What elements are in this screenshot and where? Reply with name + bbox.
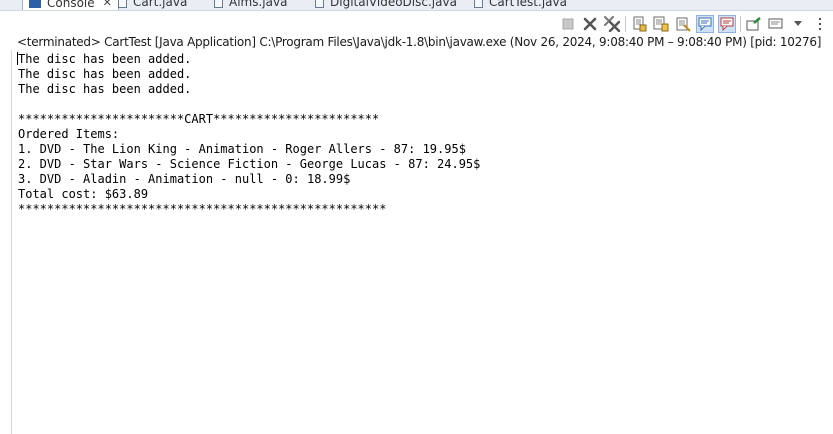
output-line: 2. DVD - Star Wars - Science Fiction - G… [18, 157, 481, 171]
tab-label: Cart.java [133, 0, 188, 9]
java-file-icon [118, 0, 127, 8]
tab-digitalvideodisc-java[interactable]: DigitalVideoDisc.java [315, 0, 457, 10]
open-console-dropdown[interactable] [789, 15, 807, 33]
pin-console-icon [746, 17, 761, 31]
output-line: The disc has been added. [18, 67, 192, 81]
toolbar-separator [625, 16, 626, 32]
terminate-button[interactable] [559, 15, 577, 33]
remove-launch-button[interactable] [581, 15, 599, 33]
display-selected-console-button[interactable] [767, 15, 785, 33]
word-wrap-button[interactable] [652, 15, 670, 33]
output-line: The disc has been added. [18, 82, 192, 96]
console-icon [29, 0, 41, 8]
console-toolbar [555, 14, 829, 34]
display-selected-console-icon [768, 18, 783, 29]
java-file-icon [214, 0, 223, 8]
view-menu-icon [819, 18, 821, 30]
console-left-border [11, 50, 12, 434]
launch-status-line: <terminated> CartTest [Java Application]… [17, 35, 822, 49]
output-line: Ordered Items: [18, 127, 120, 141]
scroll-lock-button[interactable] [630, 15, 648, 33]
java-file-icon [315, 0, 324, 8]
output-line: Total cost: $63.89 [18, 187, 149, 201]
tab-cart-java[interactable]: Cart.java [118, 0, 187, 10]
show-console-output-icon [698, 17, 711, 31]
terminate-icon [562, 18, 574, 30]
output-line: 1. DVD - The Lion King - Animation - Rog… [18, 142, 466, 156]
output-line: ****************************************… [18, 202, 387, 216]
output-line: 3. DVD - Aladin - Animation - null - 0: … [18, 172, 351, 186]
tab-aims-java[interactable]: Aims.java [214, 0, 287, 10]
clear-console-button[interactable] [674, 15, 692, 33]
remove-all-terminated-icon [604, 16, 620, 32]
tab-label: CartTest.java [489, 0, 567, 9]
remove-all-terminated-button[interactable] [603, 15, 621, 33]
pin-console-button[interactable] [745, 15, 763, 33]
remove-launch-icon [583, 17, 597, 31]
show-console-error-button[interactable] [718, 15, 736, 33]
output-line: The disc has been added. [18, 52, 192, 66]
tab-label: Aims.java [229, 0, 288, 9]
tab-label: DigitalVideoDisc.java [330, 0, 457, 9]
word-wrap-icon [653, 16, 669, 32]
close-icon[interactable]: ✕ [103, 0, 112, 9]
chevron-down-icon [794, 21, 802, 26]
show-console-output-button[interactable] [696, 15, 714, 33]
tab-console-label: Console [47, 0, 95, 10]
java-file-icon [474, 0, 483, 8]
output-line: ***********************CART*************… [18, 112, 380, 126]
console-output[interactable]: The disc has been added. The disc has be… [17, 52, 481, 217]
tab-console[interactable]: Console ✕ [22, 0, 119, 10]
clear-console-icon [676, 17, 691, 32]
view-menu-button[interactable] [811, 15, 829, 33]
editor-tab-bar: Console ✕ Cart.java Aims.java DigitalVid… [0, 0, 833, 11]
show-console-error-icon [720, 17, 733, 31]
tab-carttest-java[interactable]: CartTest.java [474, 0, 567, 10]
scroll-lock-icon [633, 16, 647, 32]
toolbar-separator [740, 16, 741, 32]
